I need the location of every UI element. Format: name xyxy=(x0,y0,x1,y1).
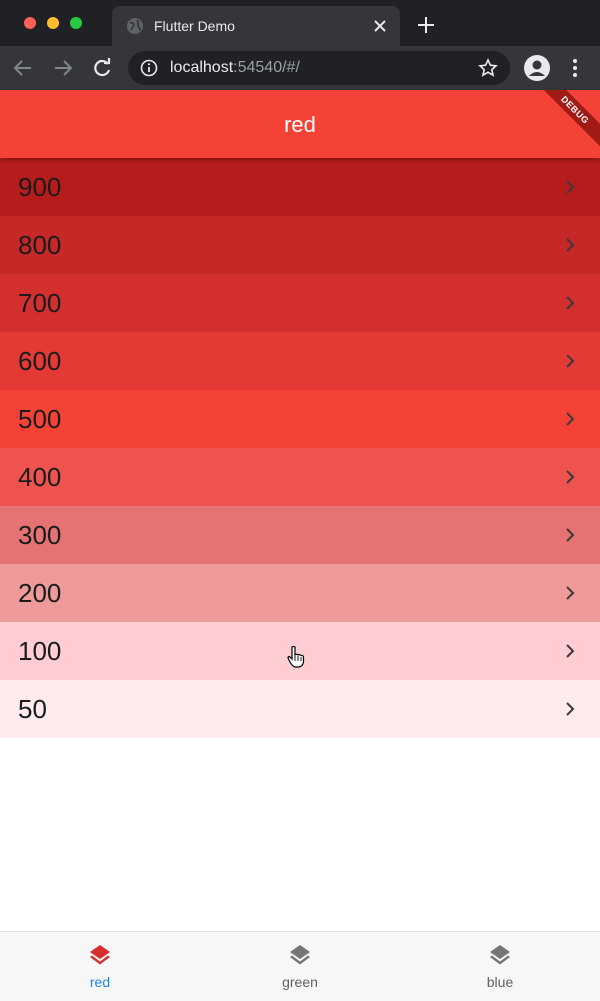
info-icon[interactable] xyxy=(140,59,158,77)
list-item[interactable]: 300 xyxy=(0,506,600,564)
url-path: :54540/#/ xyxy=(233,59,300,76)
list-item[interactable]: 50 xyxy=(0,680,600,738)
profile-avatar-icon[interactable] xyxy=(523,54,551,82)
layers-icon xyxy=(490,945,510,965)
url-text: localhost:54540/#/ xyxy=(170,59,300,77)
shade-label: 50 xyxy=(18,694,47,724)
shade-label: 600 xyxy=(18,346,62,376)
list-item[interactable]: 800 xyxy=(0,216,600,274)
shade-label: 700 xyxy=(18,288,62,318)
chevron-right-icon xyxy=(566,238,575,252)
more-menu-icon[interactable] xyxy=(566,56,584,80)
reload-icon[interactable] xyxy=(91,57,113,79)
chevron-right-icon xyxy=(566,702,575,716)
browser-tab-strip: Flutter Demo xyxy=(0,0,600,46)
forward-arrow-icon[interactable] xyxy=(52,57,74,79)
shade-label: 300 xyxy=(18,520,62,550)
maximize-window-button[interactable] xyxy=(70,17,82,29)
back-arrow-icon[interactable] xyxy=(12,57,34,79)
shade-label: 900 xyxy=(18,172,62,202)
globe-icon xyxy=(127,18,143,34)
nav-item-green[interactable]: green xyxy=(200,932,400,1001)
shade-label: 200 xyxy=(18,578,62,608)
nav-item-label: green xyxy=(282,974,318,990)
url-host: localhost xyxy=(170,59,234,76)
address-bar[interactable]: localhost:54540/#/ xyxy=(128,51,510,85)
shade-label: 100 xyxy=(18,636,62,666)
list-item[interactable]: 500 xyxy=(0,390,600,448)
browser-tab[interactable]: Flutter Demo xyxy=(112,6,400,46)
new-tab-icon[interactable] xyxy=(416,15,436,35)
page-title: red xyxy=(284,112,316,137)
layers-icon xyxy=(90,945,110,965)
bookmark-star-icon[interactable] xyxy=(478,58,498,78)
nav-item-red[interactable]: red xyxy=(0,932,200,1001)
chevron-right-icon xyxy=(566,354,575,368)
chevron-right-icon xyxy=(566,470,575,484)
hand-pointer-icon xyxy=(287,645,305,668)
list-item[interactable]: 200 xyxy=(0,564,600,622)
chevron-right-icon xyxy=(566,586,575,600)
shade-label: 800 xyxy=(18,230,62,260)
layers-icon xyxy=(290,945,310,965)
chevron-right-icon xyxy=(566,296,575,310)
nav-item-blue[interactable]: blue xyxy=(400,932,600,1001)
minimize-window-button[interactable] xyxy=(47,17,59,29)
list-item[interactable]: 400 xyxy=(0,448,600,506)
chevron-right-icon xyxy=(566,180,575,194)
app-bar: red DEBUG xyxy=(0,90,600,158)
close-window-button[interactable] xyxy=(24,17,36,29)
browser-toolbar: localhost:54540/#/ xyxy=(0,46,600,90)
shade-label: 500 xyxy=(18,404,62,434)
bottom-navigation-bar: red green blue xyxy=(0,931,600,1001)
chevron-right-icon xyxy=(566,644,575,658)
nav-item-label: blue xyxy=(486,974,514,990)
tab-title: Flutter Demo xyxy=(154,18,235,34)
chevron-right-icon xyxy=(566,412,575,426)
nav-item-label: red xyxy=(89,974,111,990)
list-item[interactable]: 700 xyxy=(0,274,600,332)
list-item[interactable]: 900 xyxy=(0,158,600,216)
close-tab-icon[interactable] xyxy=(372,18,388,34)
list-item[interactable]: 600 xyxy=(0,332,600,390)
chevron-right-icon xyxy=(566,528,575,542)
shade-label: 400 xyxy=(18,462,62,492)
